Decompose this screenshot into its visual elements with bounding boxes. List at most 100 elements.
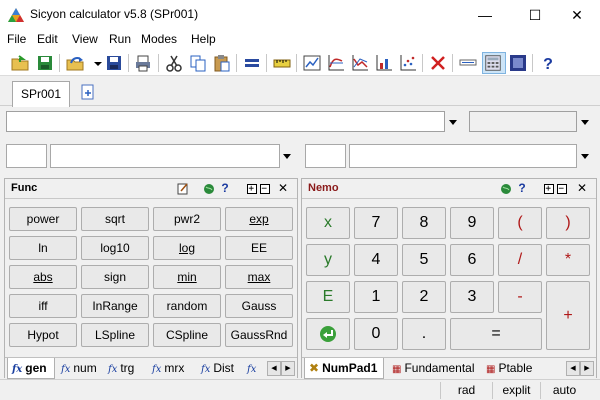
tab-spr001[interactable]: SPr001: [12, 81, 70, 107]
func-button-gauss[interactable]: Gauss: [225, 294, 293, 318]
edit-icon[interactable]: [177, 182, 189, 195]
numpad-1-button[interactable]: 1: [354, 281, 398, 313]
print-icon[interactable]: [134, 53, 154, 73]
menu-help[interactable]: Help: [191, 31, 216, 47]
save-as-icon[interactable]: [104, 53, 124, 73]
func-button-log10[interactable]: log10: [81, 236, 149, 260]
numpad-9-button[interactable]: 9: [450, 207, 494, 239]
numpad-5-button[interactable]: 5: [402, 244, 446, 276]
dropdown-icon[interactable]: [88, 53, 102, 73]
left-value-dropdown-icon[interactable]: [283, 154, 291, 159]
numpad-6-button[interactable]: 6: [450, 244, 494, 276]
paste-icon[interactable]: [212, 53, 232, 73]
chart-xy-icon[interactable]: [326, 53, 346, 73]
minus-line-icon[interactable]: [458, 53, 478, 73]
menu-run[interactable]: Run: [109, 31, 131, 47]
menu-view[interactable]: View: [72, 31, 98, 47]
func-button-abs[interactable]: abs: [9, 265, 77, 289]
calculator-icon[interactable]: [482, 52, 506, 74]
func-button-inrange[interactable]: InRange: [81, 294, 149, 318]
maximize-button[interactable]: ☐: [512, 0, 558, 30]
close-button[interactable]: ✕: [554, 0, 600, 30]
numpad-2-button[interactable]: 2: [402, 281, 446, 313]
numpad-minus-button[interactable]: -: [498, 281, 542, 313]
nemo-scroll-right-icon[interactable]: ▶: [580, 361, 594, 376]
status-angle-mode[interactable]: rad: [440, 382, 492, 399]
right-index-field[interactable]: [305, 144, 346, 168]
ruler-icon[interactable]: [272, 53, 292, 73]
expression-dropdown-icon[interactable]: [449, 120, 457, 125]
numpad-plus-button[interactable]: +: [546, 281, 590, 350]
numpad-7-button[interactable]: 7: [354, 207, 398, 239]
right-value-combo[interactable]: [349, 144, 577, 168]
left-value-combo[interactable]: [50, 144, 280, 168]
panel-icon[interactable]: [508, 53, 528, 73]
numpad-y-button[interactable]: y: [306, 244, 350, 276]
numpad-divide-button[interactable]: /: [498, 244, 542, 276]
func-help-icon[interactable]: ?: [219, 182, 231, 195]
func-button-sqrt[interactable]: sqrt: [81, 207, 149, 231]
func-button-random[interactable]: random: [153, 294, 221, 318]
func-close-icon[interactable]: ✕: [277, 182, 289, 195]
status-auto[interactable]: auto: [540, 382, 588, 399]
menu-file[interactable]: File: [7, 31, 26, 47]
equals-icon[interactable]: [242, 53, 262, 73]
copy-icon[interactable]: [188, 53, 208, 73]
menu-edit[interactable]: Edit: [37, 31, 58, 47]
func-button-min[interactable]: min: [153, 265, 221, 289]
expression-input[interactable]: [6, 111, 445, 132]
numpad-equals-button[interactable]: =: [450, 318, 542, 350]
nemo-expand-icon[interactable]: [544, 184, 554, 194]
chart-scatter-icon[interactable]: [374, 53, 394, 73]
numpad-8-button[interactable]: 8: [402, 207, 446, 239]
numpad-0-button[interactable]: 0: [354, 318, 398, 350]
secondary-dropdown-icon[interactable]: [581, 120, 589, 125]
globe-icon[interactable]: [203, 182, 215, 195]
func-button-gaussrnd[interactable]: GaussRnd: [225, 323, 293, 347]
tab-ptable[interactable]: ▦ Ptable: [482, 358, 544, 379]
tab-num[interactable]: fx num: [57, 358, 103, 379]
cut-icon[interactable]: [164, 53, 184, 73]
numpad-open-paren-button[interactable]: (: [498, 207, 542, 239]
func-button-exp[interactable]: exp: [225, 207, 293, 231]
chart-icon[interactable]: [302, 53, 322, 73]
func-button-pwr2[interactable]: pwr2: [153, 207, 221, 231]
func-button-log[interactable]: log: [153, 236, 221, 260]
status-explit[interactable]: explit: [492, 382, 540, 399]
collapse-icon[interactable]: [260, 184, 270, 194]
tab-scroll-left-icon[interactable]: ◀: [267, 361, 281, 376]
func-button-sign[interactable]: sign: [81, 265, 149, 289]
save-icon[interactable]: [35, 53, 55, 73]
enter-button[interactable]: [306, 318, 350, 350]
clear-icon[interactable]: [428, 53, 448, 73]
nemo-help-icon[interactable]: ?: [516, 182, 528, 195]
open-folder-icon[interactable]: [10, 53, 30, 73]
numpad-4-button[interactable]: 4: [354, 244, 398, 276]
func-button-ee[interactable]: EE: [225, 236, 293, 260]
secondary-combo[interactable]: [469, 111, 577, 132]
open-arrow-icon[interactable]: [65, 53, 85, 73]
tab-more[interactable]: fx: [243, 358, 263, 379]
numpad-e-button[interactable]: E: [306, 281, 350, 313]
menu-modes[interactable]: Modes: [141, 31, 177, 47]
func-button-power[interactable]: power: [9, 207, 77, 231]
numpad-close-paren-button[interactable]: ): [546, 207, 590, 239]
expand-icon[interactable]: [247, 184, 257, 194]
left-index-field[interactable]: [6, 144, 47, 168]
func-button-cspline[interactable]: CSpline: [153, 323, 221, 347]
tab-scroll-right-icon[interactable]: ▶: [281, 361, 295, 376]
func-button-lspline[interactable]: LSpline: [81, 323, 149, 347]
minimize-button[interactable]: —: [462, 0, 508, 30]
numpad-decimal-button[interactable]: .: [402, 318, 446, 350]
tab-gen[interactable]: fx gen: [7, 358, 55, 379]
nemo-collapse-icon[interactable]: [557, 184, 567, 194]
new-tab-icon[interactable]: [80, 84, 96, 100]
chart-bar-icon[interactable]: [350, 53, 370, 73]
right-value-dropdown-icon[interactable]: [581, 154, 589, 159]
tab-numpad1[interactable]: ✖ NumPad1: [304, 358, 384, 379]
func-button-ln[interactable]: ln: [9, 236, 77, 260]
tab-dist[interactable]: fx Dist: [197, 358, 241, 379]
help-icon[interactable]: ?: [538, 53, 558, 73]
func-button-hypot[interactable]: Hypot: [9, 323, 77, 347]
func-button-iff[interactable]: iff: [9, 294, 77, 318]
